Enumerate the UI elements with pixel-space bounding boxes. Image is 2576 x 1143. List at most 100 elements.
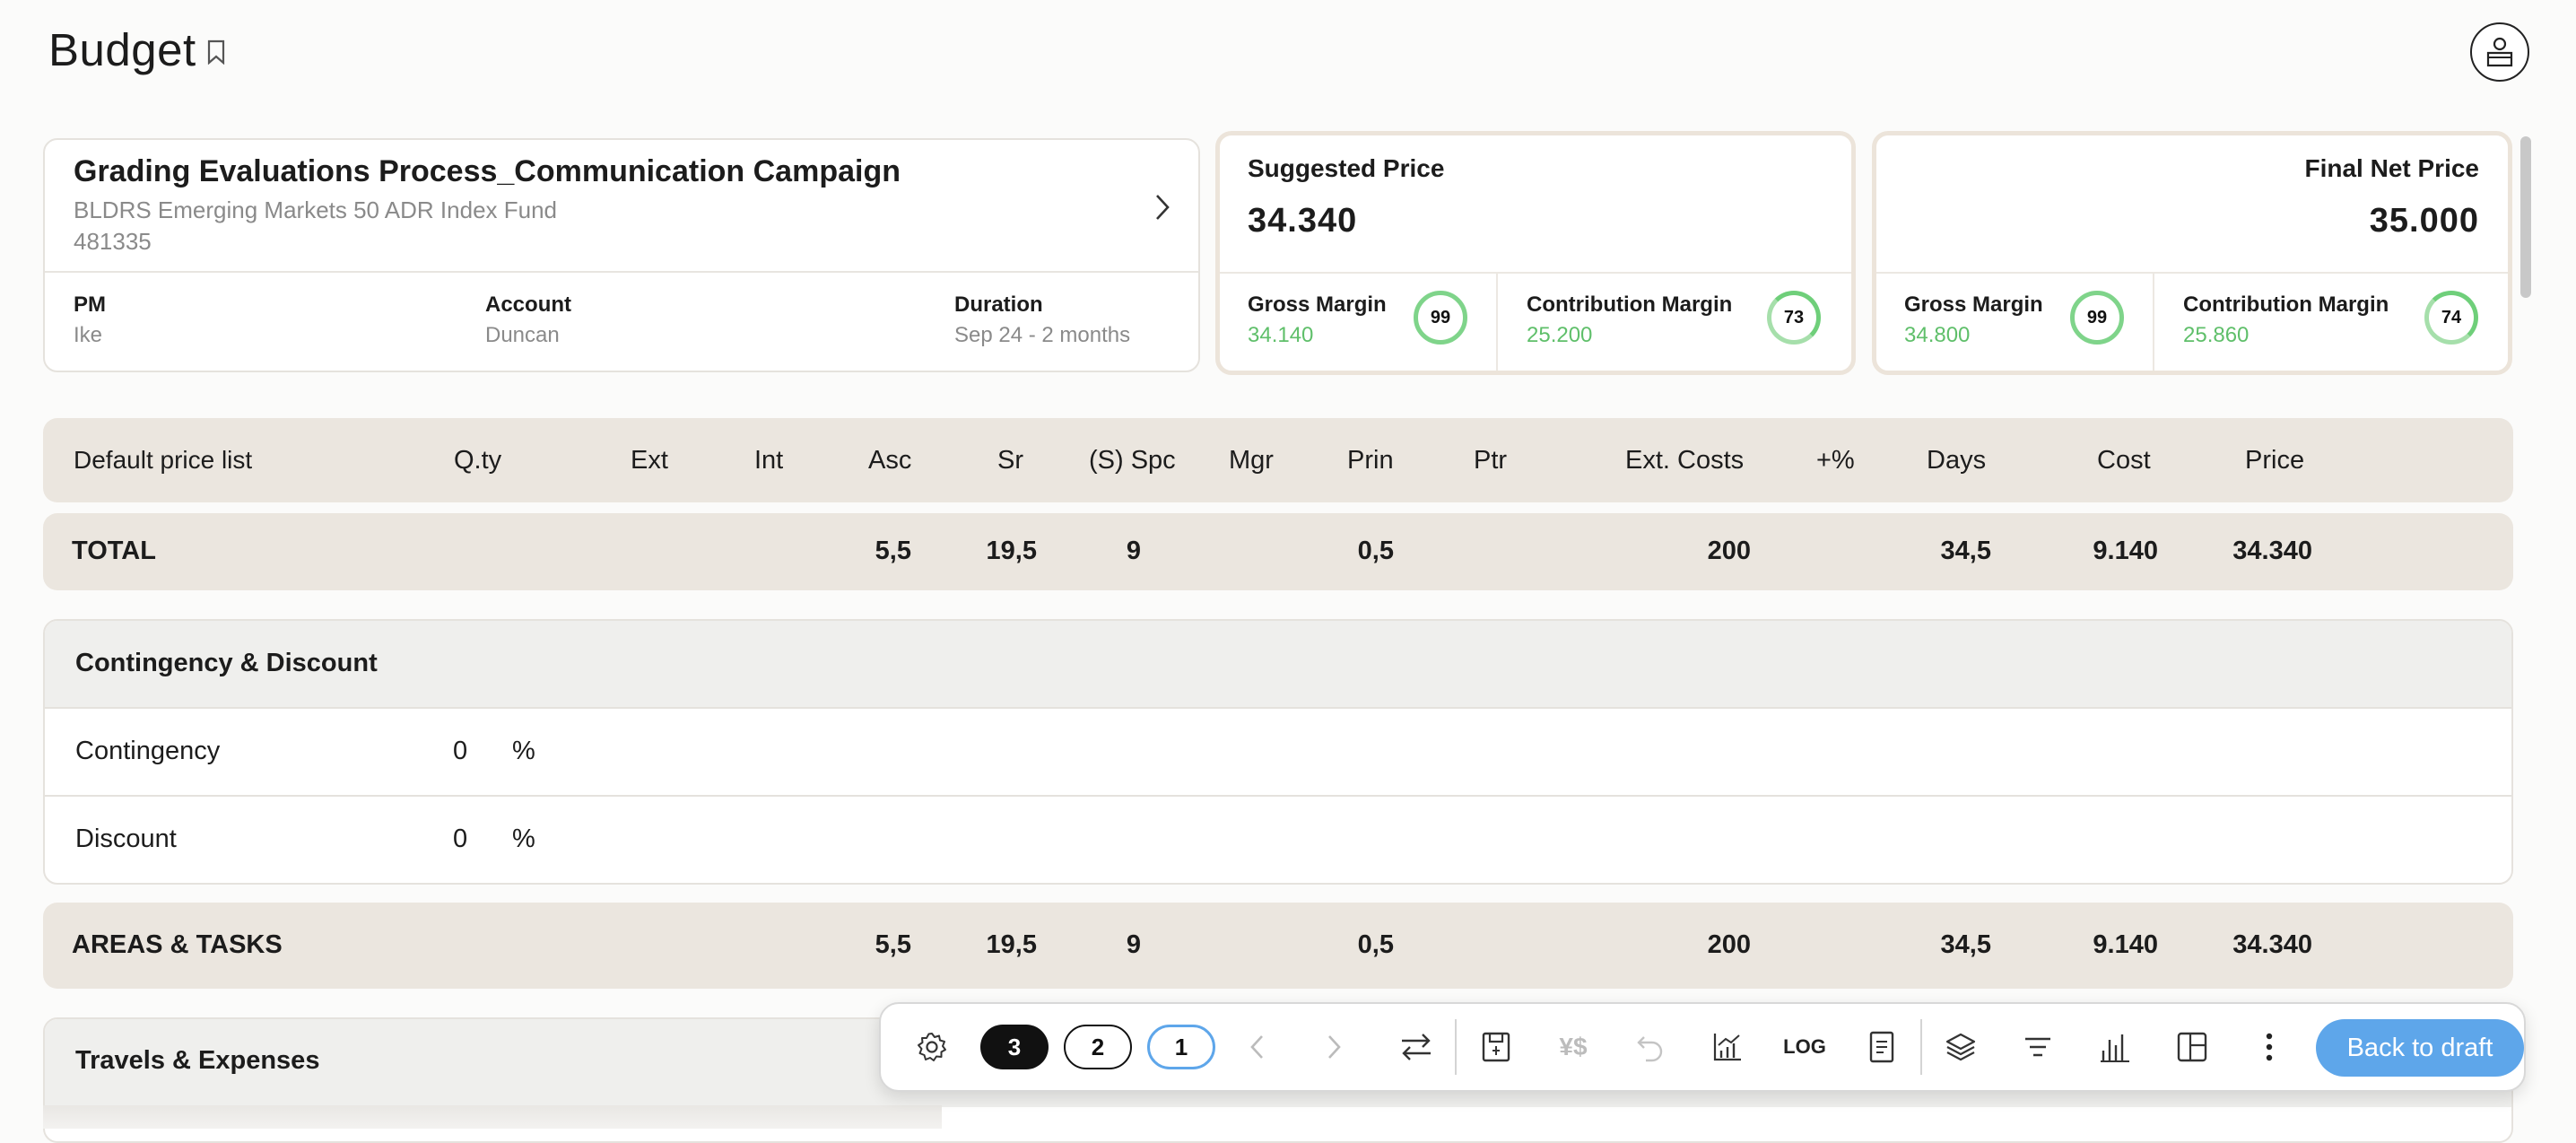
column-header-ext: Ext <box>631 446 668 475</box>
save-icon[interactable] <box>1475 1025 1518 1069</box>
chart-trend-icon[interactable] <box>1706 1025 1749 1069</box>
areas-price: 34.340 <box>2232 930 2312 959</box>
areas-prin: 0,5 <box>1357 930 1394 959</box>
discount-input[interactable]: 0 <box>453 825 467 854</box>
contingency-discount-section <box>43 619 2513 885</box>
column-header-spc: (S) Spc <box>1089 446 1176 475</box>
duration-value: Sep 24 - 2 months <box>954 323 1131 347</box>
toolbar-separator <box>1920 1019 1922 1075</box>
column-header-sr: Sr <box>997 446 1023 475</box>
areas-ext-costs: 200 <box>1707 930 1751 959</box>
settings-gear-icon[interactable] <box>910 1025 953 1069</box>
document-icon[interactable] <box>1860 1025 1903 1069</box>
section-header <box>45 621 2511 709</box>
user-desk-icon <box>2486 37 2513 67</box>
swap-arrows-icon[interactable] <box>1395 1025 1438 1069</box>
total-asc: 5,5 <box>875 537 911 565</box>
project-subtitle: BLDRS Emerging Markets 50 ADR Index Fund <box>74 196 558 223</box>
total-prin: 0,5 <box>1357 537 1394 565</box>
gross-margin-ring: 99 <box>1414 291 1467 345</box>
toolbar-separator <box>1455 1019 1457 1075</box>
divider <box>1220 272 1851 274</box>
back-to-draft-button[interactable]: Back to draft <box>2316 1019 2524 1077</box>
chevron-left-icon[interactable] <box>1236 1025 1279 1069</box>
gross-margin-value: 34.140 <box>1248 323 1314 347</box>
total-spc: 9 <box>1126 537 1141 565</box>
project-code: 481335 <box>74 228 152 255</box>
contingency-input[interactable]: 0 <box>453 737 467 766</box>
final-net-price-label: Final Net Price <box>2304 154 2479 182</box>
total-sr: 19,5 <box>986 537 1037 565</box>
areas-days: 34,5 <box>1940 930 1991 959</box>
user-avatar-button[interactable] <box>2470 22 2529 82</box>
total-label: TOTAL <box>72 537 156 565</box>
duration-label: Duration <box>954 292 1043 317</box>
contribution-margin-label: Contribution Margin <box>2183 292 2389 317</box>
project-title: Grading Evaluations Process_Communicatio… <box>74 154 901 188</box>
total-price: 34.340 <box>2232 537 2312 565</box>
gross-margin-label: Gross Margin <box>1904 292 2043 317</box>
scrollbar-thumb[interactable] <box>2520 136 2531 298</box>
version-3-pill[interactable]: 3 <box>980 1025 1049 1069</box>
total-cost: 9.140 <box>2093 537 2158 565</box>
gross-margin-ring: 99 <box>2070 291 2124 345</box>
divider <box>2153 274 2154 371</box>
divider <box>1876 272 2508 274</box>
bar-chart-icon[interactable] <box>2093 1025 2137 1069</box>
column-header-mgr: Mgr <box>1229 446 1274 475</box>
more-vertical-icon[interactable] <box>2248 1025 2291 1069</box>
column-header-cost: Cost <box>2097 446 2151 475</box>
pm-label: PM <box>74 292 106 317</box>
divider <box>1496 274 1498 371</box>
contingency-unit: % <box>512 737 535 765</box>
account-label: Account <box>485 292 571 317</box>
areas-tasks-label: AREAS & TASKS <box>72 930 283 959</box>
divider <box>45 271 1198 273</box>
column-header-int: Int <box>754 446 784 475</box>
undo-icon[interactable] <box>1629 1025 1672 1069</box>
column-header-price-list[interactable]: Default price list <box>74 446 252 475</box>
areas-cost: 9.140 <box>2093 930 2158 959</box>
contribution-margin-value: 25.200 <box>1527 323 1593 347</box>
version-2-pill[interactable]: 2 <box>1064 1025 1132 1069</box>
column-header-plus-pct: +% <box>1816 446 1855 475</box>
pm-value: Ike <box>74 323 103 347</box>
suggested-price-label: Suggested Price <box>1248 154 1445 182</box>
bookmark-icon[interactable] <box>206 39 226 65</box>
column-header-asc: Asc <box>868 446 912 475</box>
contribution-margin-ring: 73 <box>1767 291 1821 345</box>
final-net-price-value: 35.000 <box>2369 202 2479 240</box>
contribution-margin-label: Contribution Margin <box>1527 292 1733 317</box>
gross-margin-value: 34.800 <box>1904 323 1971 347</box>
divider <box>45 707 2511 709</box>
fade-overlay <box>43 1105 942 1129</box>
areas-sr: 19,5 <box>986 930 1037 959</box>
gross-margin-label: Gross Margin <box>1248 292 1387 317</box>
chevron-right-icon[interactable] <box>1312 1025 1355 1069</box>
layout-panels-icon[interactable] <box>2171 1025 2214 1069</box>
discount-label: Discount <box>75 825 177 853</box>
divider <box>45 795 2511 797</box>
page-title: Budget <box>48 24 196 75</box>
suggested-price-value: 34.340 <box>1248 202 1358 240</box>
areas-asc: 5,5 <box>875 930 911 959</box>
areas-spc: 9 <box>1126 930 1141 959</box>
version-1-pill[interactable]: 1 <box>1147 1025 1215 1069</box>
chevron-right-icon[interactable] <box>1152 192 1173 222</box>
section-title: Contingency & Discount <box>75 649 378 677</box>
column-header-ptr: Ptr <box>1474 446 1508 475</box>
total-days: 34,5 <box>1940 537 1991 565</box>
discount-unit: % <box>512 825 535 853</box>
contingency-label: Contingency <box>75 737 221 765</box>
layers-icon[interactable] <box>1939 1025 1982 1069</box>
column-header-price: Price <box>2245 446 2305 475</box>
align-center-icon[interactable] <box>2016 1025 2059 1069</box>
contribution-margin-value: 25.860 <box>2183 323 2250 347</box>
currency-icon[interactable]: ¥$ <box>1552 1025 1595 1069</box>
total-ext-costs: 200 <box>1707 537 1751 565</box>
column-header-ext-costs: Ext. Costs <box>1625 446 1745 475</box>
section-title[interactable]: Travels & Expenses <box>75 1046 319 1076</box>
column-header-days: Days <box>1927 446 1987 475</box>
contribution-margin-ring: 74 <box>2424 291 2478 345</box>
log-button[interactable]: LOG <box>1783 1025 1826 1069</box>
